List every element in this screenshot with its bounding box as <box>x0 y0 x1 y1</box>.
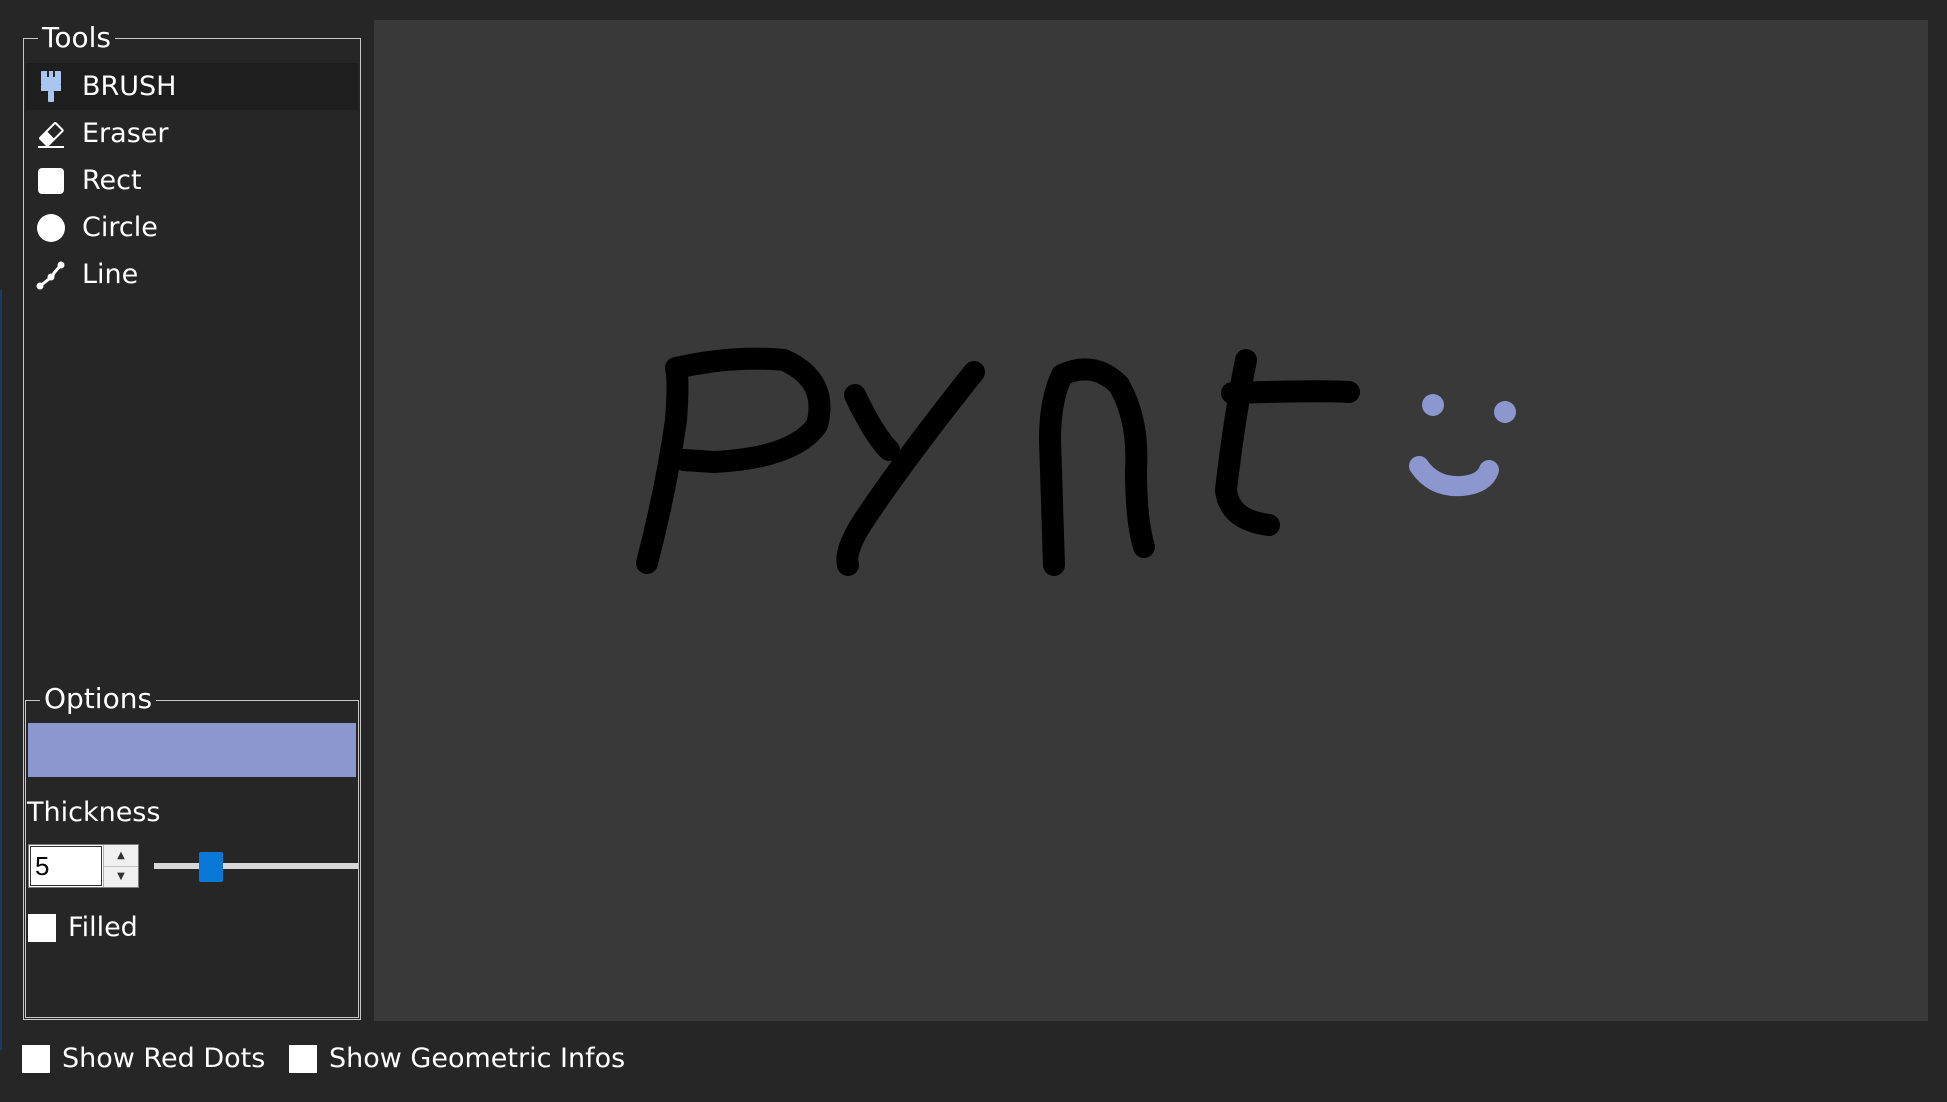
thickness-value-field[interactable]: 5 <box>30 846 102 886</box>
tool-rect-label: Rect <box>82 164 142 196</box>
spin-up-button[interactable]: ▲ <box>104 845 138 866</box>
show-red-dots-checkbox[interactable]: Show Red Dots <box>22 1043 265 1074</box>
show-red-dots-checkbox-box[interactable] <box>22 1044 50 1073</box>
smiley-right-eye <box>1494 401 1516 423</box>
thickness-label: Thickness <box>27 797 161 828</box>
color-picker-swatch[interactable] <box>28 723 356 777</box>
tool-line-label: Line <box>82 258 139 290</box>
circle-icon <box>36 213 66 243</box>
show-red-dots-label: Show Red Dots <box>62 1043 266 1074</box>
tool-brush-label: BRUSH <box>82 70 177 102</box>
window-edge-accent <box>0 290 2 1050</box>
tools-title: Tools <box>38 22 115 54</box>
brush-icon <box>36 70 66 102</box>
line-icon <box>36 260 66 290</box>
thickness-slider[interactable] <box>154 849 358 883</box>
smiley-mouth <box>1409 456 1499 497</box>
filled-checkbox[interactable]: Filled <box>28 912 138 943</box>
tool-circle[interactable]: Circle <box>26 204 358 251</box>
stroke-letter-p <box>636 347 831 574</box>
thickness-spinbox[interactable]: 5 ▲ ▼ <box>28 844 139 888</box>
tool-brush[interactable]: BRUSH <box>26 63 358 110</box>
spin-buttons: ▲ ▼ <box>103 845 138 887</box>
tool-eraser[interactable]: Eraser <box>26 110 358 157</box>
tool-list: BRUSH Eraser Rect Circle Line <box>26 63 358 298</box>
tool-line[interactable]: Line <box>26 251 358 298</box>
tool-eraser-label: Eraser <box>82 117 169 149</box>
drawing-canvas[interactable] <box>374 20 1928 1021</box>
spin-down-button[interactable]: ▼ <box>104 865 138 887</box>
stroke-letter-t-cross <box>1221 380 1360 404</box>
paint-app-window: Tools BRUSH Eraser Rect Circle Line Opti… <box>0 0 1947 1102</box>
square-icon <box>36 166 66 196</box>
stroke-letter-y-short <box>844 384 900 461</box>
tool-circle-label: Circle <box>82 211 158 243</box>
show-geometric-infos-label: Show Geometric Infos <box>329 1043 626 1074</box>
stroke-letter-n <box>1039 358 1155 576</box>
eraser-icon <box>36 119 66 149</box>
options-groupbox: Options Thickness 5 ▲ ▼ Filled <box>25 683 359 1018</box>
tool-rect[interactable]: Rect <box>26 157 358 204</box>
slider-handle[interactable] <box>199 852 224 882</box>
show-geometric-infos-checkbox[interactable]: Show Geometric Infos <box>289 1043 625 1074</box>
slider-track <box>154 863 358 869</box>
canvas-drawing <box>636 347 1516 576</box>
options-title: Options <box>40 683 157 715</box>
smiley-left-eye <box>1422 394 1444 416</box>
filled-label: Filled <box>68 912 138 943</box>
show-geometric-infos-checkbox-box[interactable] <box>289 1044 317 1073</box>
filled-checkbox-box[interactable] <box>28 913 56 942</box>
